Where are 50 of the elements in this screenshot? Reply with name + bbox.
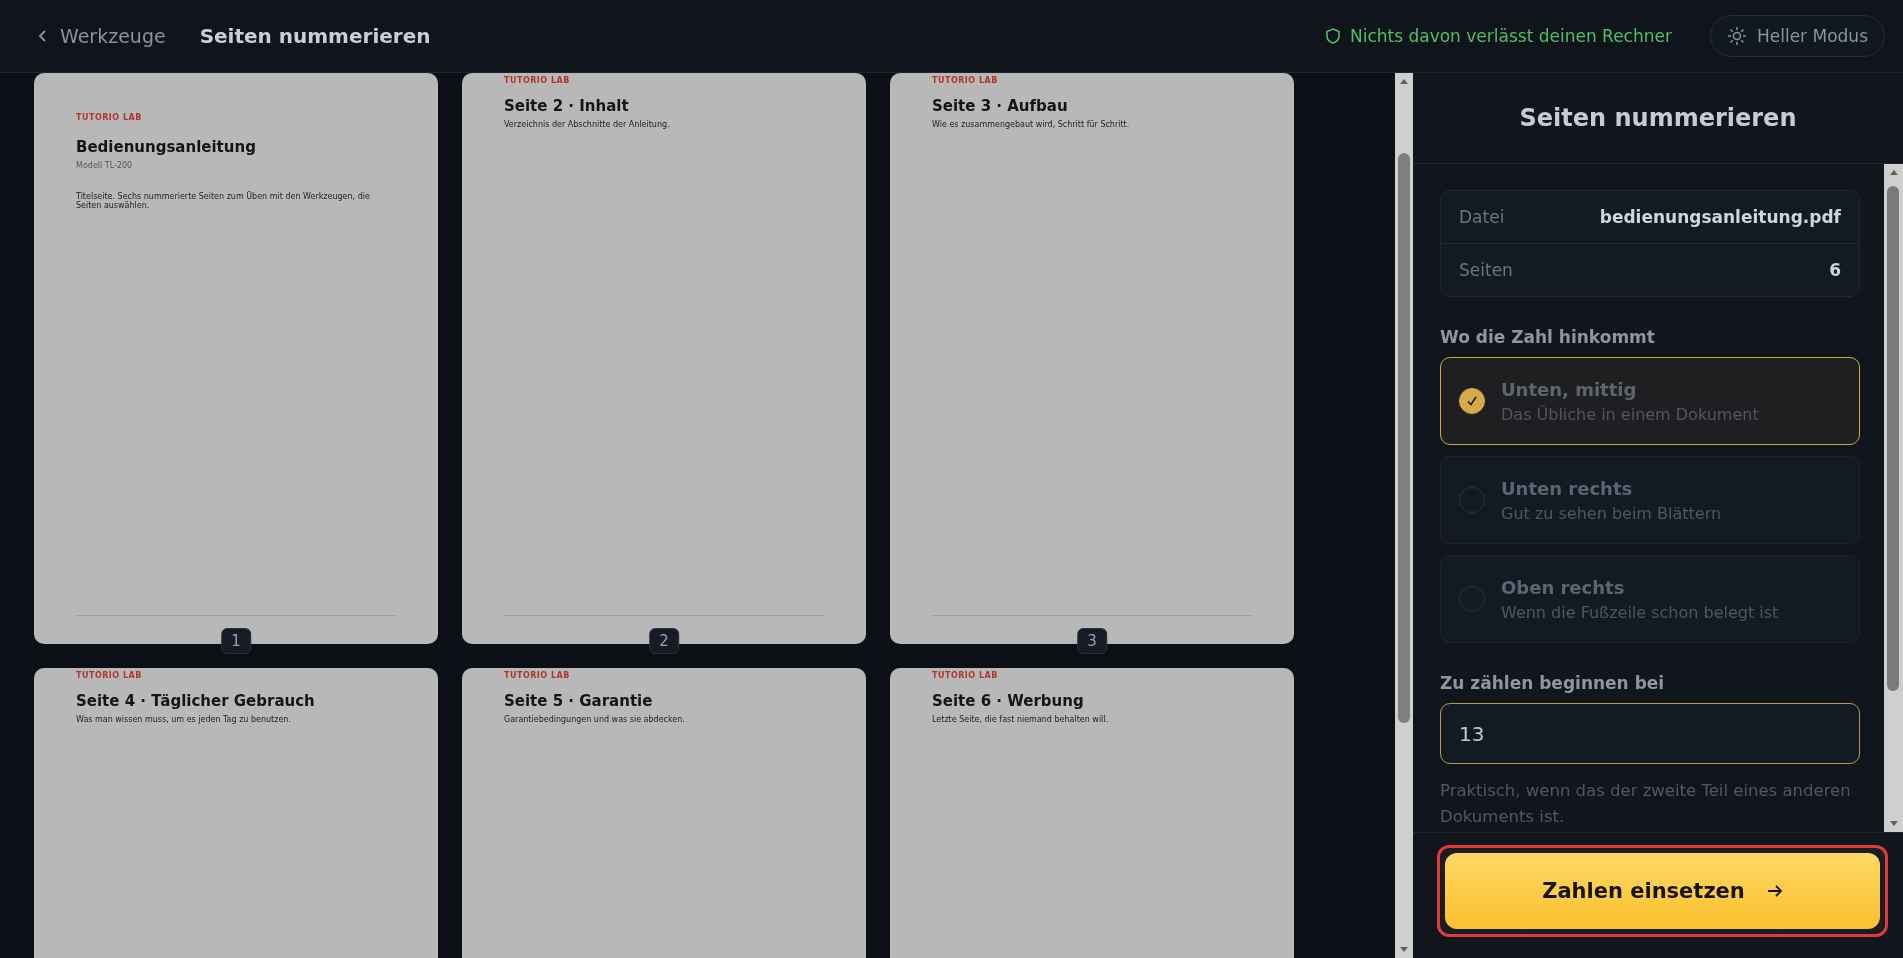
page-text: Garantiebedingungen und was sie abdecken. [504, 715, 686, 724]
scroll-down-icon[interactable] [1888, 820, 1899, 828]
start-number-field[interactable]: 13 [1440, 703, 1860, 764]
back-link[interactable]: Werkzeuge [38, 25, 166, 47]
info-value: 6 [1829, 260, 1841, 280]
page-text: Letzte Seite, die fast niemand behalten will. [932, 715, 1110, 724]
section-label: Wo die Zahl hinkommt [1440, 327, 1656, 347]
page-heading: Seite 4 · Täglicher Gebrauch [76, 692, 316, 710]
page-brand: TUTORIO LAB [76, 671, 143, 680]
arrow-right-icon [1766, 884, 1783, 898]
page-number-badge: 2 [649, 628, 679, 654]
field-label: Zu zählen beginnen bei [1440, 673, 1666, 693]
page-text: Titelseite. Sechs nummerierte Seiten zum Üben mit den Werkzeugen, die Seiten auswählen. [76, 192, 371, 210]
info-label: Seiten [1459, 260, 1513, 280]
page-number-badge: 1 [221, 628, 251, 654]
page-heading: Seite 6 · Werbung [932, 692, 1085, 710]
privacy-note: Nichts davon verlässt deinen Rechner [1349, 26, 1672, 46]
page-heading: Seite 2 · Inhalt [504, 97, 630, 115]
page-brand: TUTORIO LAB [504, 671, 571, 680]
scrollbar[interactable] [1395, 73, 1413, 958]
page-heading: Seite 3 · Aufbau [932, 97, 1069, 115]
scrollbar[interactable] [1884, 164, 1903, 832]
page-brand: TUTORIO LAB [504, 76, 571, 85]
page-brand: TUTORIO LAB [932, 671, 999, 680]
page-brand: TUTORIO LAB [76, 113, 143, 122]
page-brand: TUTORIO LAB [932, 76, 999, 85]
apply-numbers-button[interactable]: Zahlen einsetzen [1445, 853, 1880, 929]
page-subtitle: Modell TL-200 [76, 161, 134, 170]
scroll-up-icon[interactable] [1888, 168, 1899, 176]
page-text: Was man wissen muss, um es jeden Tag zu benutzen. [76, 715, 292, 724]
radio-icon [1459, 388, 1485, 414]
page-heading: Seite 5 · Garantie [504, 692, 654, 710]
theme-toggle-button[interactable]: Heller Modus [1709, 15, 1885, 57]
page-text: Verzeichnis der Abschnitte der Anleitung. [504, 120, 671, 129]
page-heading: Bedienungsanleitung [76, 138, 257, 156]
scroll-down-icon[interactable] [1399, 946, 1409, 954]
page-thumbnail[interactable]: TUTORIO LAB Seite 6 · Werbung Letzte Seite, die fast niemand behalten will. [890, 668, 1294, 958]
field-hint: Praktisch, wenn das der zweite Teil eines anderen Dokuments ist. [1440, 780, 1852, 828]
panel-title: Seiten nummerieren [1413, 73, 1903, 164]
info-label: Datei [1459, 207, 1505, 227]
shield-icon [1325, 28, 1340, 44]
page-thumbnail[interactable]: TUTORIO LAB Seite 4 · Täglicher Gebrauch Was man wissen muss, um es jeden Tag zu benutzen. [34, 668, 438, 958]
sun-icon [1726, 26, 1747, 46]
scroll-up-icon[interactable] [1399, 77, 1409, 85]
page-title: Seiten nummerieren [199, 24, 431, 48]
page-thumbnail[interactable]: TUTORIO LAB Seite 5 · Garantie Garantiebedingungen und was sie abdecken. [462, 668, 866, 958]
page-number-badge: 3 [1077, 628, 1107, 654]
info-value: bedienungsanleitung.pdf [1599, 207, 1841, 227]
chevron-left-icon [38, 29, 48, 43]
page-text: Wie es zusammengebaut wird, Schritt für Schritt. [932, 120, 1131, 129]
